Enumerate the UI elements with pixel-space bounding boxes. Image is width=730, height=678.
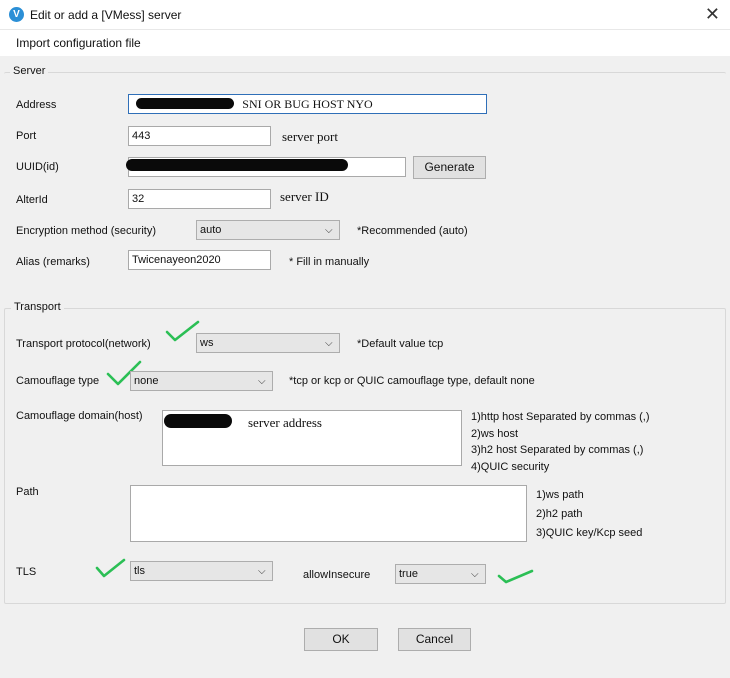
cancel-button[interactable]: Cancel: [398, 628, 471, 651]
encryption-label: Encryption method (security): [16, 225, 156, 237]
camouflage-select[interactable]: none ⌵: [130, 371, 273, 391]
alterid-input[interactable]: 32: [128, 189, 271, 209]
port-input[interactable]: 443: [128, 126, 271, 146]
camouflage-label: Camouflage type: [16, 375, 100, 387]
protocol-value: ws: [200, 337, 214, 349]
port-label: Port: [16, 130, 37, 142]
redaction-scribble: [136, 98, 234, 109]
allow-insecure-value: true: [399, 568, 418, 580]
alias-note: * Fill in manually: [289, 256, 370, 268]
checkmark-annotation: [497, 569, 534, 584]
transport-legend: Transport: [11, 301, 64, 313]
checkmark-annotation: [95, 558, 126, 578]
domain-note-3: 3)h2 host Separated by commas (,): [471, 444, 644, 456]
domain-label: Camouflage domain(host): [16, 410, 143, 422]
camouflage-value: none: [134, 375, 159, 387]
window-title: Edit or add a [VMess] server: [30, 8, 182, 22]
path-note-3: 3)QUIC key/Kcp seed: [536, 527, 643, 539]
address-label: Address: [16, 99, 57, 111]
encryption-value: auto: [200, 224, 222, 236]
redaction-scribble: [164, 414, 232, 428]
port-note: server port: [282, 129, 338, 144]
chevron-down-icon: ⌵: [325, 338, 333, 349]
menu-bar: Import configuration file: [0, 30, 730, 56]
ok-button[interactable]: OK: [304, 628, 378, 651]
encryption-select[interactable]: auto ⌵: [196, 220, 340, 240]
chevron-down-icon: ⌵: [258, 566, 266, 577]
server-legend: Server: [10, 65, 49, 77]
domain-note-1: 1)http host Separated by commas (,): [471, 411, 650, 423]
allow-insecure-select[interactable]: true ⌵: [395, 564, 486, 584]
path-label: Path: [16, 486, 39, 498]
alias-label: Alias (remarks): [16, 256, 90, 268]
chevron-down-icon: ⌵: [258, 376, 266, 387]
address-value: SNI OR BUG HOST NYO: [242, 97, 373, 111]
chevron-down-icon: ⌵: [471, 569, 479, 580]
background-window-strip: [0, 662, 730, 678]
path-note-1: 1)ws path: [536, 489, 584, 501]
protocol-label: Transport protocol(network): [16, 338, 151, 350]
redaction-scribble: [126, 159, 348, 171]
allow-insecure-label: allowInsecure: [303, 569, 371, 581]
alias-input[interactable]: Twicenayeon2020: [128, 250, 271, 270]
tls-label: TLS: [16, 566, 37, 578]
generate-button[interactable]: Generate: [413, 156, 486, 179]
domain-value: server address: [248, 415, 322, 430]
domain-note-4: 4)QUIC security: [471, 461, 550, 473]
alterid-note: server ID: [280, 189, 329, 204]
tls-value: tls: [134, 565, 145, 577]
domain-note-2: 2)ws host: [471, 428, 519, 440]
alterid-label: AlterId: [16, 194, 48, 206]
uuid-label: UUID(id): [16, 161, 59, 173]
camouflage-note: *tcp or kcp or QUIC camouflage type, def…: [289, 375, 535, 387]
protocol-note: *Default value tcp: [357, 338, 444, 350]
title-bar: V Edit or add a [VMess] server ✕: [0, 0, 730, 30]
encryption-note: *Recommended (auto): [357, 225, 468, 237]
path-note-2: 2)h2 path: [536, 508, 583, 520]
v2ray-app-icon: V: [9, 7, 24, 22]
tls-select[interactable]: tls ⌵: [130, 561, 273, 581]
import-config-menu[interactable]: Import configuration file: [16, 36, 141, 50]
protocol-select[interactable]: ws ⌵: [196, 333, 340, 353]
chevron-down-icon: ⌵: [325, 225, 333, 236]
close-icon[interactable]: ✕: [705, 4, 720, 25]
path-textarea[interactable]: [130, 485, 527, 542]
